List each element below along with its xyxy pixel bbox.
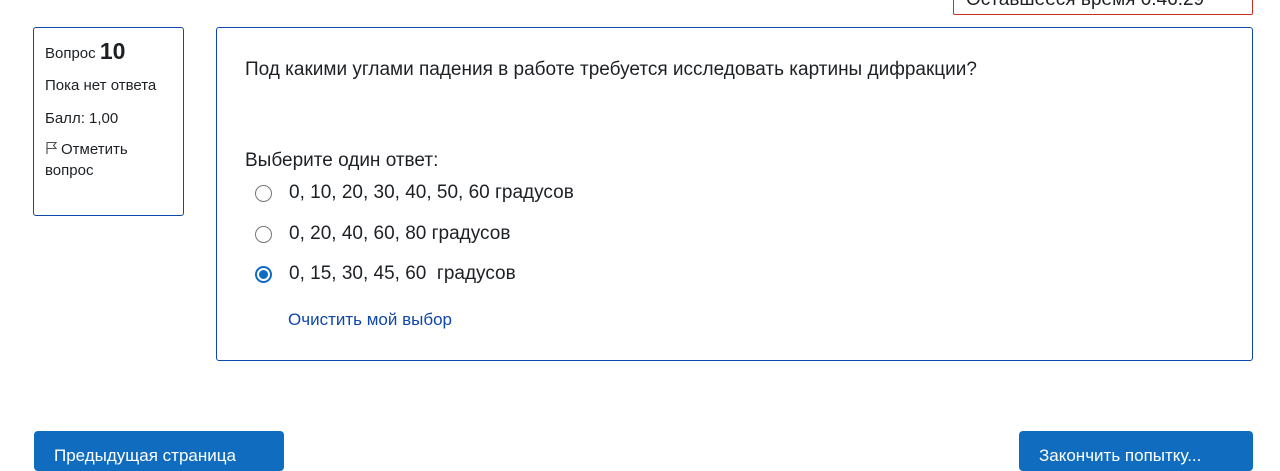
answer-option[interactable]: 0, 20, 40, 60, 80 градусов xyxy=(255,221,510,247)
radio-button-selected[interactable] xyxy=(255,265,272,283)
clear-choice-link[interactable]: Очистить мой выбор xyxy=(288,310,452,330)
answer-option[interactable]: 0, 15, 30, 45, 60 градусов xyxy=(255,261,516,287)
flag-icon xyxy=(46,141,58,154)
question-number-value: 10 xyxy=(99,38,126,64)
question-content: Под какими углами падения в работе требу… xyxy=(216,27,1253,361)
answer-option-label: 0, 10, 20, 30, 40, 50, 60 градусов xyxy=(289,182,574,203)
radio-button[interactable] xyxy=(255,184,272,202)
question-text: Под какими углами падения в работе требу… xyxy=(245,59,977,80)
previous-page-button[interactable]: Предыдущая страница xyxy=(34,431,284,471)
timer-text: Оставшееся время 0:46:29 xyxy=(966,0,1204,10)
question-number-label: Вопрос xyxy=(45,45,96,62)
answer-option-label: 0, 20, 40, 60, 80 градусов xyxy=(289,223,511,244)
answer-prompt: Выберите один ответ: xyxy=(245,150,439,171)
question-number: Вопрос 10 xyxy=(45,38,172,67)
question-grade: Балл: 1,00 xyxy=(45,110,119,127)
answer-option-label: 0, 15, 30, 45, 60 градусов xyxy=(289,263,516,284)
timer-box: Оставшееся время 0:46:29 xyxy=(953,0,1253,15)
finish-attempt-button[interactable]: Закончить попытку... xyxy=(1019,431,1253,471)
answer-option[interactable]: 0, 10, 20, 30, 40, 50, 60 градусов xyxy=(255,180,574,206)
flag-question-button[interactable]: Отметить вопрос xyxy=(45,139,172,181)
question-info-panel: Вопрос 10 Пока нет ответа Балл: 1,00 Отм… xyxy=(33,27,184,216)
question-state: Пока нет ответа xyxy=(45,77,157,94)
radio-button[interactable] xyxy=(255,225,272,243)
